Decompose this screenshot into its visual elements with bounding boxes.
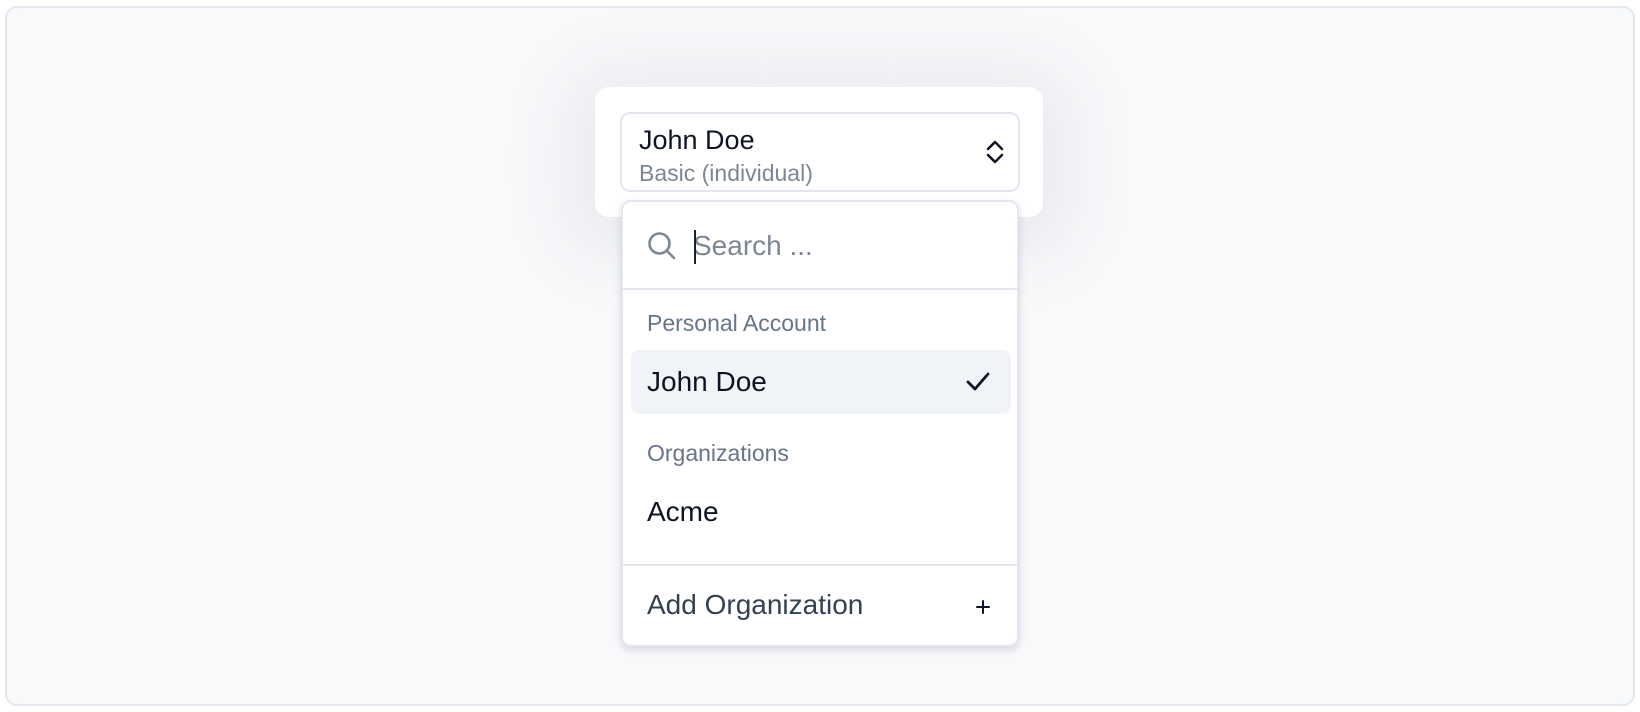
chevron-up-down-icon (986, 140, 1004, 164)
group-label-organizations: Organizations (647, 440, 789, 466)
option-label: Acme (647, 496, 719, 527)
option-label: John Doe (647, 366, 767, 397)
text-cursor (694, 230, 696, 264)
option-acme[interactable]: Acme (631, 480, 1011, 544)
check-icon (966, 372, 990, 391)
account-switcher-trigger[interactable]: John Doe Basic (individual) (620, 112, 1020, 192)
account-dropdown-menu: Personal Account John Doe Organizations … (621, 200, 1019, 647)
add-organization-label: Add Organization (647, 589, 864, 620)
add-organization-button[interactable]: Add Organization (623, 566, 1017, 645)
search-row (623, 202, 1017, 290)
option-john-doe[interactable]: John Doe (631, 350, 1011, 414)
current-account-name: John Doe (639, 125, 755, 155)
current-account-plan: Basic (individual) (639, 160, 813, 186)
search-input[interactable] (693, 224, 993, 268)
plus-icon (976, 600, 990, 614)
search-icon (648, 232, 676, 260)
group-label-personal-account: Personal Account (647, 310, 827, 336)
